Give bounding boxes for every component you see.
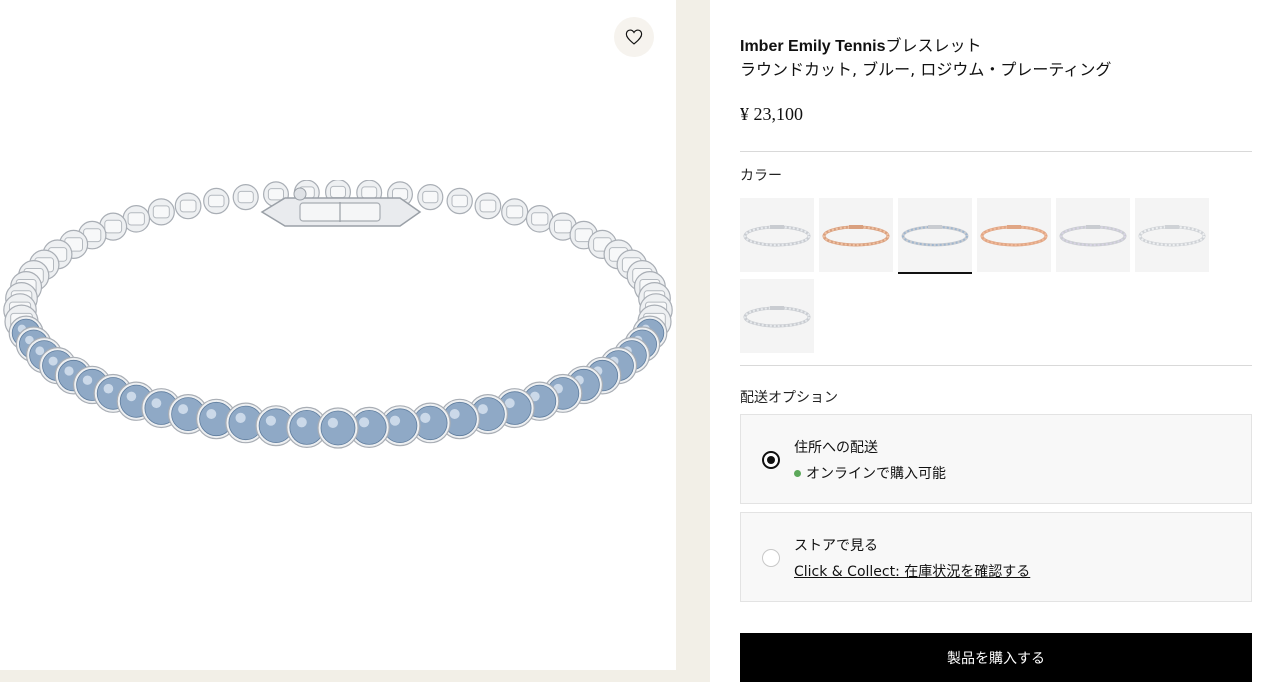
swatch-bracelet-thumbnail xyxy=(743,225,811,247)
product-title-type: ブレスレット xyxy=(885,36,982,55)
heart-icon xyxy=(625,29,643,45)
available-dot-icon xyxy=(794,469,801,477)
delivery-store-radio[interactable] xyxy=(762,549,780,567)
divider xyxy=(740,151,1252,152)
color-swatch-rose-gold[interactable] xyxy=(977,198,1051,272)
swatch-bracelet-thumbnail xyxy=(822,225,890,247)
availability-status: オンラインで購入可能 xyxy=(794,463,946,483)
product-image-card xyxy=(0,0,676,670)
delivery-option-home[interactable]: 住所への配送 オンラインで購入可能 xyxy=(740,414,1252,504)
delivery-option-store[interactable]: ストアで見る Click & Collect: 在庫状況を確認する xyxy=(740,512,1252,602)
color-swatch-silver-blue[interactable] xyxy=(898,198,972,274)
delivery-store-title: ストアで見る xyxy=(794,538,878,554)
swatch-bracelet-thumbnail xyxy=(1059,225,1127,247)
swatch-bracelet-thumbnail xyxy=(980,225,1048,247)
product-subtitle: ラウンドカット, ブルー, ロジウム・プレーティング xyxy=(740,60,1112,79)
availability-text: オンラインで購入可能 xyxy=(806,466,946,482)
divider xyxy=(740,365,1252,366)
bracelet-product-image[interactable] xyxy=(0,180,676,500)
click-collect-link[interactable]: Click & Collect: 在庫状況を確認する xyxy=(794,561,1030,581)
product-title: Imber Emily Tennisブレスレット ラウンドカット, ブルー, ロ… xyxy=(740,34,1111,81)
color-swatch-silver-white[interactable] xyxy=(1135,198,1209,272)
delivery-home-title: 住所への配送 xyxy=(794,440,878,456)
color-label: カラー xyxy=(740,168,782,184)
product-price: ¥ 23,100 xyxy=(740,104,803,124)
swatch-bracelet-thumbnail xyxy=(901,225,969,247)
color-swatch-silver-clear[interactable] xyxy=(740,198,814,272)
color-swatch-rose-gold-peach[interactable] xyxy=(819,198,893,272)
delivery-home-radio[interactable] xyxy=(762,451,780,469)
delivery-label: 配送オプション xyxy=(740,390,838,406)
color-swatch-silver-lilac[interactable] xyxy=(1056,198,1130,272)
buy-button[interactable]: 製品を購入する xyxy=(740,633,1252,682)
swatch-bracelet-thumbnail xyxy=(1138,225,1206,247)
product-title-name: Imber Emily Tennis xyxy=(740,38,886,55)
color-swatch-silver-clear-2[interactable] xyxy=(740,279,814,353)
wishlist-button[interactable] xyxy=(614,17,654,57)
swatch-bracelet-thumbnail xyxy=(743,306,811,328)
